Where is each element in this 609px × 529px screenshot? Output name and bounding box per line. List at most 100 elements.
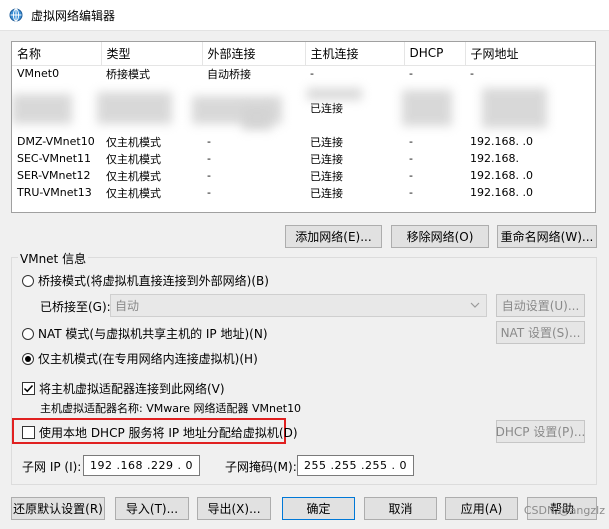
cell-dhcp	[404, 99, 465, 116]
bridged-mode-label: 桥接模式(将虚拟机直接连接到外部网络)(B)	[38, 274, 269, 288]
chevron-down-icon	[470, 302, 480, 308]
cancel-button[interactable]: 取消	[364, 497, 437, 520]
cell-subnet	[465, 82, 595, 99]
cell-external: 自动桥接	[207, 67, 251, 81]
cell-external: -	[207, 186, 211, 199]
bridged-mode-option[interactable]: 桥接模式(将虚拟机直接连接到外部网络)(B)	[22, 272, 269, 289]
cell-dhcp: -	[409, 186, 413, 199]
host-only-mode-label: 仅主机模式(在专用网络内连接虚拟机)(H)	[38, 352, 258, 366]
auto-settings-button[interactable]: 自动设置(U)...	[496, 294, 585, 317]
nat-radio[interactable]	[22, 327, 34, 340]
restore-defaults-button[interactable]: 还原默认设置(R)	[11, 497, 105, 520]
column-header-type[interactable]: 类型	[101, 42, 203, 66]
cell-name	[12, 82, 101, 99]
nat-mode-option[interactable]: NAT 模式(与虚拟机共享主机的 IP 地址)(N)	[22, 325, 268, 342]
cell-dhcp: -	[409, 135, 413, 148]
dhcp-option[interactable]: 使用本地 DHCP 服务将 IP 地址分配给虚拟机(D)	[22, 424, 298, 441]
cell-name: SEC-VMnet11	[17, 152, 92, 165]
column-header-subnet[interactable]: 子网地址	[465, 42, 595, 66]
cell-dhcp: -	[409, 169, 413, 182]
checkmark-icon	[23, 384, 34, 393]
dhcp-settings-button[interactable]: DHCP 设置(P)...	[496, 420, 585, 443]
remove-network-button[interactable]: 移除网络(O)	[391, 225, 489, 248]
dhcp-checkbox[interactable]	[22, 426, 35, 439]
bridged-to-value: 自动	[115, 299, 140, 313]
subnet-mask-label: 子网掩码(M):	[225, 460, 297, 474]
cell-subnet: 192.168. .0	[470, 135, 533, 148]
connect-adapter-checkbox[interactable]	[22, 382, 35, 395]
cell-subnet: 192.168. .0	[470, 186, 533, 199]
cell-name: TRU-VMnet13	[17, 186, 92, 199]
cell-external: -	[207, 152, 211, 165]
table-row[interactable]: DMZ-VMnet10 仅主机模式 - 已连接 - 192.168. .0	[12, 133, 595, 150]
cell-host	[305, 116, 404, 133]
subnet-ip-label: 子网 IP (I):	[22, 460, 82, 474]
cell-type	[101, 99, 202, 116]
subnet-mask-input[interactable]: 255 .255 .255 . 0	[297, 455, 414, 476]
cell-dhcp: -	[409, 67, 413, 81]
export-button[interactable]: 导出(X)...	[197, 497, 271, 520]
subnet-ip-value: 192 .168 .229 . 0	[90, 459, 193, 472]
cell-host: -	[310, 67, 314, 81]
cell-type	[101, 82, 202, 99]
cell-name: DMZ-VMnet10	[17, 135, 95, 148]
apply-button[interactable]: 应用(A)	[445, 497, 518, 520]
table-row[interactable]: 已连接	[12, 99, 595, 116]
watermark: CSDN @angzlz	[523, 504, 605, 517]
network-list[interactable]: 名称 类型 外部连接 主机连接 DHCP 子网地址 VMnet0 桥接模式 自动桥接…	[11, 41, 596, 213]
cell-subnet	[465, 99, 595, 116]
nat-mode-label: NAT 模式(与虚拟机共享主机的 IP 地址)(N)	[38, 327, 268, 341]
import-button[interactable]: 导入(T)...	[115, 497, 189, 520]
nat-settings-button[interactable]: NAT 设置(S)...	[496, 321, 585, 344]
host-only-mode-option[interactable]: 仅主机模式(在专用网络内连接虚拟机)(H)	[22, 350, 258, 367]
bridged-radio[interactable]	[22, 274, 34, 287]
network-editor-icon	[9, 8, 23, 22]
table-row[interactable]	[12, 82, 595, 99]
table-row[interactable]: VMnet0 桥接模式 自动桥接 - - -	[12, 65, 595, 82]
subnet-mask-value: 255 .255 .255 . 0	[304, 459, 407, 472]
cell-subnet: 192.168. .0	[470, 169, 533, 182]
cell-subnet	[465, 116, 595, 133]
table-row[interactable]	[12, 116, 595, 133]
connect-adapter-label: 将主机虚拟适配器连接到此网络(V)	[39, 382, 225, 396]
table-header-row: 名称 类型 外部连接 主机连接 DHCP 子网地址	[12, 42, 595, 66]
cell-type	[101, 116, 202, 133]
cell-type: 仅主机模式	[106, 152, 161, 166]
table-row[interactable]: TRU-VMnet13 仅主机模式 - 已连接 - 192.168. .0	[12, 184, 595, 201]
table-row[interactable]: SER-VMnet12 仅主机模式 - 已连接 - 192.168. .0	[12, 167, 595, 184]
cell-host: 已连接	[310, 135, 343, 149]
cell-type: 仅主机模式	[106, 169, 161, 183]
column-header-external[interactable]: 外部连接	[202, 42, 306, 66]
cell-name	[12, 116, 101, 133]
bridged-to-select[interactable]: 自动	[110, 294, 487, 317]
cell-dhcp: -	[409, 152, 413, 165]
rename-network-button[interactable]: 重命名网络(W)...	[497, 225, 597, 248]
cell-host	[305, 82, 404, 99]
vmnet-info-legend: VMnet 信息	[18, 250, 89, 267]
cell-dhcp	[404, 116, 465, 133]
title-bar: 虚拟网络编辑器	[0, 0, 609, 31]
add-network-button[interactable]: 添加网络(E)...	[285, 225, 382, 248]
cell-host: 已连接	[310, 186, 343, 200]
cell-subnet: 192.168.	[470, 152, 519, 165]
host-only-radio[interactable]	[22, 352, 34, 365]
column-header-name[interactable]: 名称	[12, 42, 102, 66]
cell-name: SER-VMnet12	[17, 169, 91, 182]
connect-adapter-option[interactable]: 将主机虚拟适配器连接到此网络(V)	[22, 380, 225, 397]
bridged-to-label: 已桥接至(G):	[40, 300, 111, 314]
column-header-dhcp[interactable]: DHCP	[404, 42, 466, 66]
subnet-ip-input[interactable]: 192 .168 .229 . 0	[83, 455, 200, 476]
ok-button[interactable]: 确定	[282, 497, 355, 520]
cell-type: 仅主机模式	[106, 135, 161, 149]
cell-name	[12, 99, 101, 116]
cell-name: VMnet0	[17, 67, 60, 81]
cell-host: 已连接	[310, 101, 343, 115]
table-row[interactable]: SEC-VMnet11 仅主机模式 - 已连接 - 192.168.	[12, 150, 595, 167]
adapter-name-text: 主机虚拟适配器名称: VMware 网络适配器 VMnet10	[40, 402, 302, 415]
cell-host: 已连接	[310, 169, 343, 183]
cell-external: -	[207, 135, 211, 148]
vmnet-info-group	[11, 257, 597, 485]
cell-host: 已连接	[310, 152, 343, 166]
cell-external	[202, 116, 305, 133]
column-header-host[interactable]: 主机连接	[305, 42, 405, 66]
